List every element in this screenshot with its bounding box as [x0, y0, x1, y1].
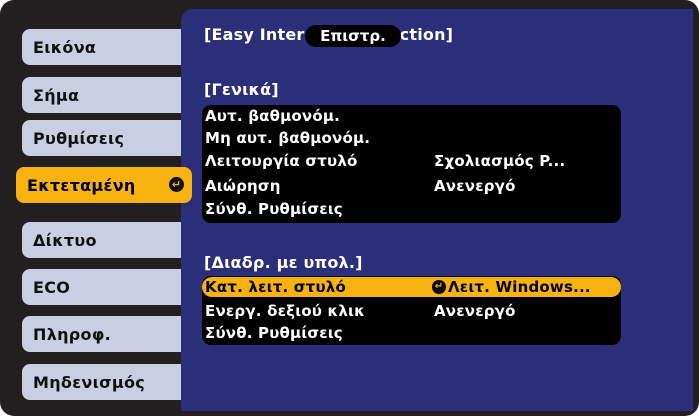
setting-label: Σύνθ. Ρυθμίσεις — [205, 324, 343, 342]
setting-row-pen-mode[interactable]: Λειτουργία στυλό Σχολιασμός P... — [202, 151, 621, 171]
setting-row-advanced-pc[interactable]: Σύνθ. Ρυθμίσεις — [202, 323, 621, 343]
menu-item-signal[interactable]: Σήμα — [22, 77, 181, 113]
section-heading-pc-interaction: [Διαδρ. με υπολ.] — [204, 253, 363, 272]
setting-value: Ανενεργό — [434, 302, 516, 320]
menu-item-label: Σήμα — [33, 85, 80, 105]
menu-item-label: Πληροφ. — [33, 324, 112, 344]
enter-icon: ↵ — [169, 177, 184, 192]
setting-label: Κατ. λειτ. στυλό — [205, 278, 346, 296]
setting-label: Ενεργ. δεξιού κλικ — [205, 302, 365, 320]
menu-item-eco[interactable]: ECO — [22, 269, 181, 305]
section-heading-general: [Γενικά] — [204, 80, 279, 99]
menu-item-image[interactable]: Εικόνα — [22, 29, 181, 65]
setting-value: Σχολιασμός P... — [434, 152, 566, 170]
setting-label: Αυτ. βαθμονόμ. — [205, 107, 340, 125]
menu-item-network[interactable]: Δίκτυο — [22, 222, 181, 258]
projector-menu: Εικόνα Σήμα Ρυθμίσεις Εκτεταμένη ↵ Δίκτυ… — [0, 0, 699, 416]
menu-item-label: Μηδενισμός — [33, 372, 146, 392]
setting-row-auto-calibration[interactable]: Αυτ. βαθμονόμ. — [202, 106, 621, 126]
back-button[interactable]: Επιστρ. — [305, 25, 401, 47]
enter-icon: ↵ — [432, 279, 446, 294]
menu-item-extended[interactable]: Εκτεταμένη ↵ — [16, 167, 192, 203]
setting-row-pen-operation-mode[interactable]: Κατ. λειτ. στυλό ↵ Λειτ. Windows... — [202, 277, 621, 297]
setting-label: Σύνθ. Ρυθμίσεις — [205, 200, 343, 218]
menu-item-label: ECO — [33, 277, 71, 297]
setting-row-right-click[interactable]: Ενεργ. δεξιού κλικ Ανενεργό — [202, 301, 621, 321]
menu-item-settings[interactable]: Ρυθμίσεις — [22, 120, 181, 156]
setting-label: Αιώρηση — [205, 177, 281, 195]
menu-item-label: Δίκτυο — [33, 230, 97, 250]
setting-value: Ανενεργό — [434, 177, 516, 195]
setting-row-hover[interactable]: Αιώρηση Ανενεργό — [202, 176, 621, 196]
menu-item-label: Εκτεταμένη — [27, 175, 136, 195]
setting-value: Λειτ. Windows... — [448, 278, 591, 296]
menu-item-label: Εικόνα — [33, 37, 97, 57]
setting-row-advanced-general[interactable]: Σύνθ. Ρυθμίσεις — [202, 199, 621, 219]
setting-label: Μη αυτ. βαθμονόμ. — [205, 129, 371, 147]
setting-value-with-icon: ↵ Λειτ. Windows... — [432, 277, 591, 297]
menu-item-reset[interactable]: Μηδενισμός — [22, 364, 181, 400]
setting-row-manual-calibration[interactable]: Μη αυτ. βαθμονόμ. — [202, 128, 621, 148]
menu-item-info[interactable]: Πληροφ. — [22, 316, 181, 352]
setting-label: Λειτουργία στυλό — [205, 152, 358, 170]
menu-item-label: Ρυθμίσεις — [33, 128, 125, 148]
main-menu-sidebar: Εικόνα Σήμα Ρυθμίσεις Εκτεταμένη ↵ Δίκτυ… — [0, 0, 192, 416]
